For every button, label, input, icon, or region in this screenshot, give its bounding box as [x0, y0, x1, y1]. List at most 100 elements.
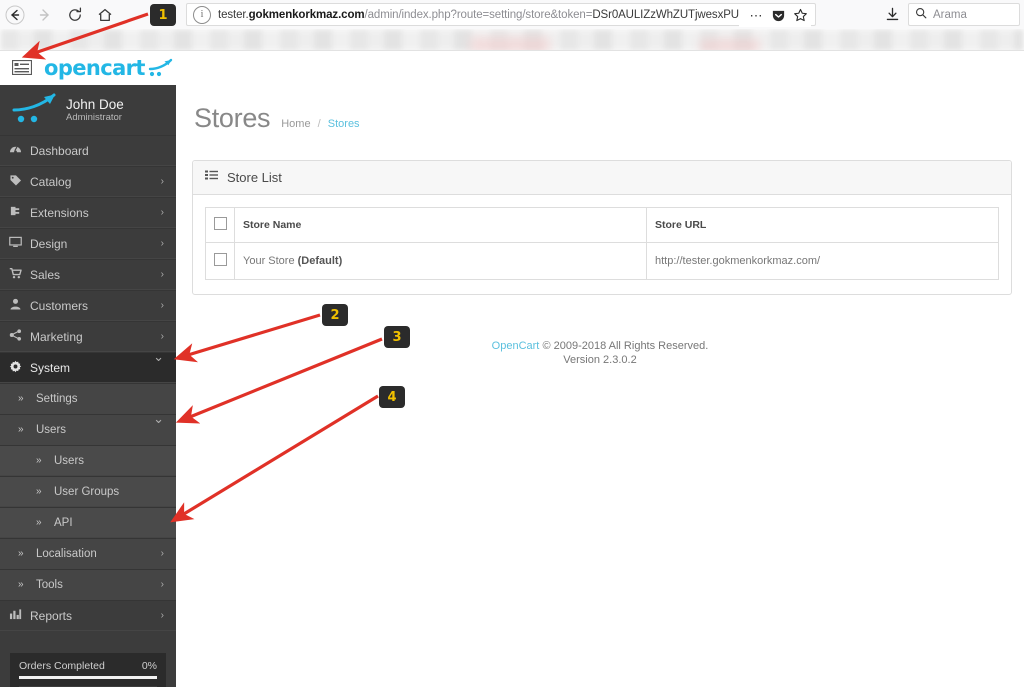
monitor-icon [0, 236, 30, 251]
row-select-cell [205, 242, 235, 280]
sidebar-item-localisation[interactable]: » Localisation › [0, 538, 176, 569]
address-bar-icons: ⋯ [739, 4, 811, 27]
sidebar-item-label: Design [30, 236, 68, 251]
user-icon [0, 298, 30, 313]
store-name-text: Your Store [243, 255, 298, 267]
footer-copyright-line: OpenCart © 2009-2018 All Rights Reserved… [176, 339, 1024, 353]
sidebar-item-sales[interactable]: Sales › [0, 259, 176, 290]
info-icon[interactable]: i [193, 5, 211, 24]
page-footer: OpenCart © 2009-2018 All Rights Reserved… [176, 339, 1024, 367]
sidebar-item-marketing[interactable]: Marketing › [0, 321, 176, 352]
sidebar-item-label: Tools [36, 578, 63, 591]
sidebar-item-label: API [54, 516, 73, 529]
panel-body: Store Name Store URL Your Store (Default… [193, 195, 1011, 294]
bar-chart-icon [0, 608, 30, 623]
opencart-logo[interactable]: opencart [44, 57, 174, 79]
search-icon [915, 7, 927, 22]
column-store-name[interactable]: Store Name [234, 207, 647, 243]
sidebar-item-users[interactable]: » Users [0, 445, 176, 476]
table-row[interactable]: Your Store (Default) http://tester.gokmen… [205, 242, 999, 280]
home-icon[interactable] [90, 0, 120, 29]
bookmarks-bar-blurred [0, 29, 1024, 51]
sidebar-item-label: Reports [30, 608, 73, 623]
reload-icon[interactable] [60, 0, 90, 29]
opencart-cart-icon [10, 93, 62, 127]
sidebar-item-label: Marketing [30, 329, 83, 344]
url-text: tester.gokmenkorkmaz.com/admin/index.php… [218, 8, 809, 21]
select-all-checkbox[interactable] [213, 217, 227, 230]
download-icon[interactable] [880, 3, 904, 26]
sidebar-item-settings[interactable]: » Settings [0, 383, 176, 414]
sidebar-item-extensions[interactable]: Extensions › [0, 197, 176, 228]
tag-icon [0, 174, 30, 189]
row-checkbox[interactable] [213, 253, 227, 266]
sidebar-item-dashboard[interactable]: Dashboard [0, 135, 176, 166]
sidebar-item-users[interactable]: » Users ⌄ [0, 411, 176, 445]
sidebar-item-tools[interactable]: » Tools › [0, 569, 176, 600]
chevron-right-icon: › [160, 176, 164, 187]
cell-store-url: http://tester.gokmenkorkmaz.com/ [646, 242, 999, 280]
chevron-right-icon: › [160, 238, 164, 249]
sidebar-item-reports[interactable]: Reports › [0, 600, 176, 631]
sidebar-item-label: Users [54, 454, 85, 467]
browser-nav-buttons [0, 0, 120, 29]
back-icon[interactable] [0, 0, 30, 29]
chevron-right-icon: › [160, 610, 164, 621]
shopping-cart-icon [0, 267, 30, 282]
sidebar-item-user-groups[interactable]: » User Groups [0, 476, 176, 507]
profile-name: John Doe [66, 96, 124, 112]
sidebar-item-system[interactable]: System ⌄ [0, 349, 176, 383]
sidebar-item-label: Customers [30, 298, 89, 313]
store-default-badge: (Default) [297, 255, 343, 267]
footer-brand-link[interactable]: OpenCart [492, 340, 540, 352]
chevron-right-icon: › [160, 207, 164, 218]
app-header: opencart [0, 51, 1024, 86]
sidebar-toggle-icon[interactable] [12, 59, 32, 75]
sidebar-stats: Orders Completed0%Orders Processing0% [10, 653, 166, 687]
store-table: Store Name Store URL Your Store (Default… [205, 207, 999, 280]
chevron-double-right-icon: » [18, 393, 24, 404]
chevron-right-icon: › [160, 548, 164, 559]
chevron-double-right-icon: » [36, 455, 42, 466]
sidebar-item-label: System [30, 360, 71, 375]
chevron-double-right-icon: » [18, 548, 24, 559]
page-actions-icon[interactable]: ⋯ [745, 4, 767, 27]
sidebar-item-label: Settings [36, 392, 78, 405]
page-title: Stores [194, 103, 271, 133]
page-header: Stores Home / Stores [176, 85, 1024, 134]
stat-item: Orders Completed 0% [19, 660, 157, 679]
main-content: Stores Home / Stores Store List Store Na… [176, 85, 1024, 687]
breadcrumb-home[interactable]: Home [281, 118, 310, 130]
chevron-double-right-icon: » [36, 517, 42, 528]
chevron-double-right-icon: » [18, 424, 24, 435]
stat-progress-bar [19, 676, 157, 679]
sidebar-item-design[interactable]: Design › [0, 228, 176, 259]
profile-role: Administrator [66, 111, 122, 123]
select-all-cell [205, 207, 235, 243]
puzzle-icon [0, 205, 30, 220]
user-profile[interactable]: John Doe Administrator [0, 85, 176, 135]
sidebar-item-catalog[interactable]: Catalog › [0, 166, 176, 197]
browser-search-placeholder: Arama [933, 8, 967, 21]
pocket-icon[interactable] [767, 4, 789, 27]
stat-value: 0% [141, 660, 157, 672]
forward-icon[interactable] [30, 0, 60, 29]
chevron-right-icon: › [160, 300, 164, 311]
store-list-panel: Store List Store Name Store URL Your Sto… [192, 160, 1012, 295]
browser-search-box[interactable]: Arama [908, 3, 1020, 26]
stat-label: Orders Completed [19, 660, 105, 672]
bookmark-star-icon[interactable] [789, 4, 811, 27]
sidebar-item-label: Users [36, 423, 67, 436]
breadcrumb-current[interactable]: Stores [328, 118, 360, 130]
table-header: Store Name Store URL [205, 207, 999, 243]
table-body: Your Store (Default) http://tester.gokmen… [205, 242, 999, 280]
address-bar[interactable]: i tester.gokmenkorkmaz.com/admin/index.p… [186, 3, 816, 27]
chevron-down-icon: ⌄ [153, 411, 164, 426]
sidebar-item-api[interactable]: » API [0, 507, 176, 538]
column-store-url[interactable]: Store URL [646, 207, 999, 243]
sidebar-item-customers[interactable]: Customers › [0, 290, 176, 321]
chevron-right-icon: › [160, 579, 164, 590]
gear-icon [0, 360, 30, 376]
table-header-row: Store Name Store URL [205, 207, 999, 243]
logo-text: opencart [44, 56, 145, 80]
